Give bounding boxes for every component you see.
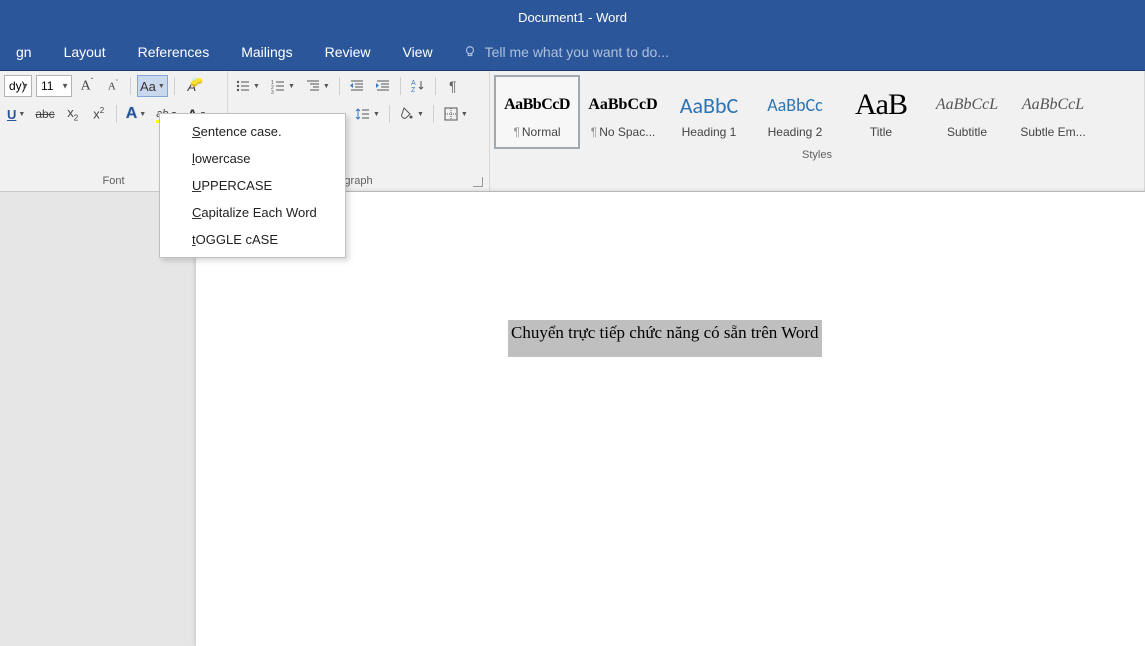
svg-text:Z: Z [411,87,416,94]
style-preview: AaBbCc [753,85,837,125]
menu-capitalize-each-word[interactable]: Capitalize Each Word [160,199,345,226]
style-heading1[interactable]: AaBbC Heading 1 [666,75,752,149]
style-heading2[interactable]: AaBbCc Heading 2 [752,75,838,149]
multilevel-icon [305,78,321,94]
separator [433,105,434,123]
strikethrough-button[interactable]: abc [32,103,57,125]
pilcrow-icon: ¶ [591,125,597,139]
style-preview: AaBbCcL [925,85,1009,125]
styles-gallery: AaBbCcD ¶Normal AaBbCcD ¶No Spac... AaBb… [494,75,1140,149]
grow-font-button[interactable]: Aˆ [76,75,98,97]
borders-button[interactable]: ▼ [440,103,471,125]
sort-button[interactable]: AZ [407,75,429,97]
separator [435,77,436,95]
increase-indent-icon [375,78,391,94]
tab-references[interactable]: References [122,34,226,70]
font-size-combo[interactable]: 11 ▼ [36,75,72,97]
subscript-button[interactable]: x2 [62,103,84,125]
font-name-combo[interactable]: dy) ▼ [4,75,32,97]
style-preview: AaBbCcD [497,85,577,125]
decrease-indent-button[interactable] [346,75,368,97]
separator [400,77,401,95]
sort-icon: AZ [410,78,426,94]
chevron-down-icon: ▼ [21,82,29,91]
line-spacing-icon [355,106,371,122]
numbering-icon: 123 [270,78,286,94]
separator [130,77,131,95]
tab-design[interactable]: gn [0,34,48,70]
change-case-menu: Sentence case. lowercase UPPERCASE Capit… [159,113,346,258]
menu-sentence-case[interactable]: Sentence case. [160,118,345,145]
separator [174,77,175,95]
chevron-down-icon: ▼ [461,111,468,118]
style-title[interactable]: AaB Title [838,75,924,149]
separator [389,105,390,123]
chevron-down-icon: ▼ [323,83,330,90]
borders-icon [443,106,459,122]
increase-indent-button[interactable] [372,75,394,97]
tab-review[interactable]: Review [309,34,387,70]
clear-formatting-button[interactable]: A🧽 [181,75,203,97]
selected-text[interactable]: Chuyển trực tiếp chức năng có sẵn trên W… [508,320,822,357]
menu-toggle-case[interactable]: tOGGLE cASE [160,226,345,253]
ribbon-tabs: gn Layout References Mailings Review Vie… [0,34,1145,71]
menu-lowercase[interactable]: lowercase [160,145,345,172]
separator [339,77,340,95]
style-preview: AaBbCcL [1011,85,1095,125]
style-preview: AaB [839,85,923,125]
group-styles: AaBbCcD ¶Normal AaBbCcD ¶No Spac... AaBb… [490,71,1145,191]
style-subtle-emphasis[interactable]: AaBbCcL Subtle Em... [1010,75,1096,149]
shading-button[interactable]: ▼ [396,103,427,125]
chevron-down-icon: ▼ [288,83,295,90]
chevron-down-icon: ▼ [417,111,424,118]
tell-me-placeholder: Tell me what you want to do... [485,44,669,60]
style-subtitle[interactable]: AaBbCcL Subtitle [924,75,1010,149]
pilcrow-icon: ¶ [513,125,519,139]
chevron-down-icon: ▼ [61,82,69,91]
menu-uppercase[interactable]: UPPERCASE [160,172,345,199]
chevron-down-icon: ▼ [253,83,260,90]
tab-view[interactable]: View [386,34,448,70]
style-preview: AaBbCcD [581,85,665,125]
style-normal[interactable]: AaBbCcD ¶Normal [494,75,580,149]
multilevel-button[interactable]: ▼ [302,75,333,97]
style-nospacing[interactable]: AaBbCcD ¶No Spac... [580,75,666,149]
document-page[interactable]: Chuyển trực tiếp chức năng có sẵn trên W… [196,192,1145,646]
title-bar: Document1 - Word [0,0,1145,34]
shrink-font-button[interactable]: Aˇ [102,75,124,97]
chevron-down-icon: ▼ [373,111,380,118]
window-title: Document1 - Word [518,10,627,25]
svg-text:A: A [411,80,416,87]
show-marks-button[interactable]: ¶ [442,75,464,97]
chevron-down-icon: ▼ [139,111,146,118]
chevron-down-icon: ▼ [18,111,25,118]
shading-icon [399,106,415,122]
style-preview: AaBbC [667,85,751,125]
decrease-indent-icon [349,78,365,94]
underline-button[interactable]: U▼ [4,103,28,125]
superscript-button[interactable]: x2 [88,103,110,125]
tab-mailings[interactable]: Mailings [225,34,308,70]
font-size-value: 11 [41,79,53,93]
line-spacing-button[interactable]: ▼ [352,103,383,125]
change-case-button[interactable]: Aa▼ [137,75,168,97]
svg-text:3: 3 [271,90,274,94]
group-label-styles: Styles [494,149,1140,163]
separator [116,105,117,123]
dialog-launcher-icon[interactable] [473,177,483,187]
numbering-button[interactable]: 123 ▼ [267,75,298,97]
chevron-down-icon: ▼ [158,83,165,90]
tell-me-search[interactable]: Tell me what you want to do... [463,44,669,60]
lightbulb-icon [463,45,477,59]
text-effects-button[interactable]: A▼ [123,103,150,125]
bullets-icon [235,78,251,94]
tab-layout[interactable]: Layout [48,34,122,70]
bullets-button[interactable]: ▼ [232,75,263,97]
